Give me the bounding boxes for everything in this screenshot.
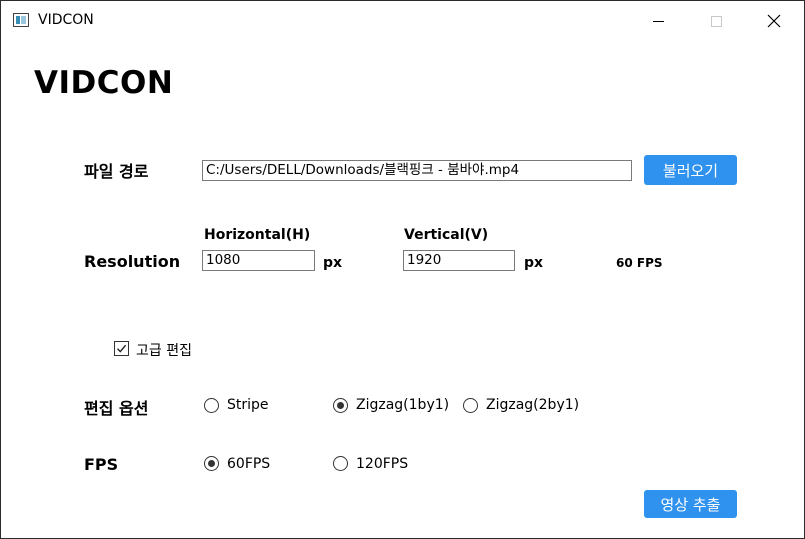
radio-zigzag-2by1[interactable] [463,398,478,413]
radio-zigzag-1by1[interactable] [333,398,348,413]
horizontal-unit: px [323,255,343,271]
resolution-label: Resolution [84,252,181,271]
maximize-icon [710,15,722,27]
minimize-button[interactable] [629,1,687,41]
title-bar[interactable]: VIDCON [1,1,804,41]
radio-120fps[interactable] [333,456,348,471]
horizontal-input[interactable]: 1080 [202,250,315,271]
close-button[interactable] [745,1,803,41]
vertical-input[interactable]: 1920 [403,250,515,271]
horizontal-label: Horizontal(H) [204,227,311,243]
file-path-input[interactable]: C:/Users/DELL/Downloads/블랙핑크 - 붐바야.mp4 [202,160,632,181]
option-zigzag-2by1-label: Zigzag(2by1) [486,397,580,413]
radio-60fps[interactable] [204,456,219,471]
page-heading: VIDCON [34,65,174,101]
maximize-button[interactable] [687,1,745,41]
option-stripe-label: Stripe [227,397,269,413]
close-icon [767,14,781,28]
file-path-label: 파일 경로 [84,162,149,181]
advanced-edit-checkbox[interactable] [114,341,129,356]
edit-options-label: 편집 옵션 [84,399,149,418]
minimize-icon [652,20,664,22]
vertical-label: Vertical(V) [404,227,489,243]
app-window: VIDCON VIDCON 파일 경로 C:/Users/DELL/Downlo… [0,0,805,539]
fps-readout: 60 FPS [616,256,663,270]
option-60fps-label: 60FPS [227,456,271,472]
window-title: VIDCON [38,12,94,28]
checkmark-icon [117,344,127,353]
option-zigzag-1by1-label: Zigzag(1by1) [356,397,450,413]
advanced-edit-label: 고급 편집 [136,343,192,359]
option-120fps-label: 120FPS [356,456,409,472]
radio-stripe[interactable] [204,398,219,413]
app-icon [13,13,29,27]
vertical-unit: px [524,255,544,271]
load-file-button[interactable]: 불러오기 [644,155,737,185]
fps-label: FPS [84,455,119,474]
extract-video-button[interactable]: 영상 추출 [644,490,737,518]
